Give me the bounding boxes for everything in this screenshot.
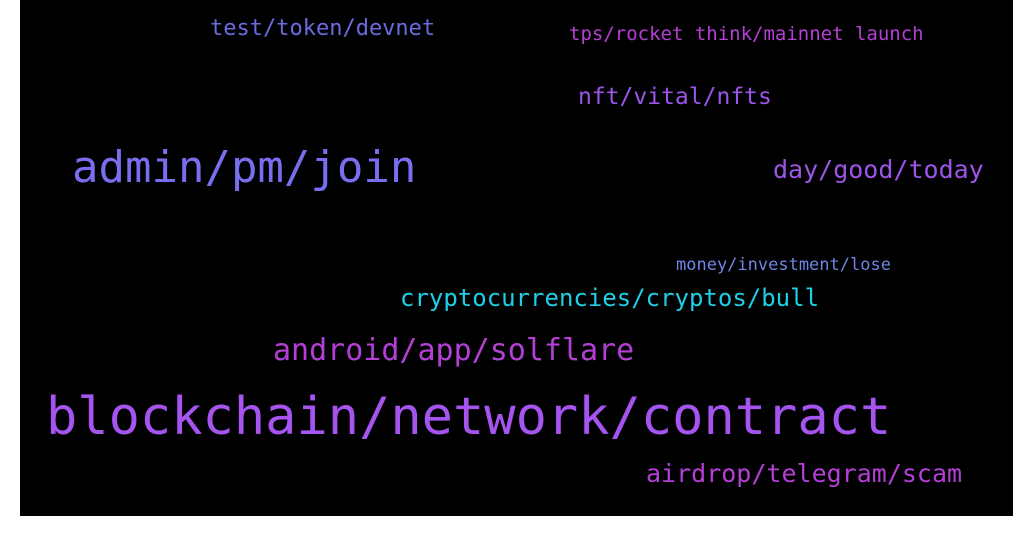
word-money-investment-lose: money/investment/lose <box>676 255 891 275</box>
word-day-good-today: day/good/today <box>773 155 984 184</box>
word-test-token-devnet: test/token/devnet <box>210 16 436 41</box>
word-android-app-solflare: android/app/solflare <box>273 333 635 368</box>
word-cryptocurrencies-cryptos-bull: cryptocurrencies/cryptos/bull <box>400 284 820 312</box>
word-admin-pm-join: admin/pm/join <box>72 142 417 193</box>
word-airdrop-telegram-scam: airdrop/telegram/scam <box>646 459 963 488</box>
word-tps-rocket-mainnet: tps/rocket think/mainnet launch <box>569 23 924 45</box>
word-nft-vital-nfts: nft/vital/nfts <box>578 84 772 110</box>
word-blockchain-network-contract: blockchain/network/contract <box>46 387 892 447</box>
word-cloud: test/token/devnet tps/rocket think/mainn… <box>20 0 1013 516</box>
